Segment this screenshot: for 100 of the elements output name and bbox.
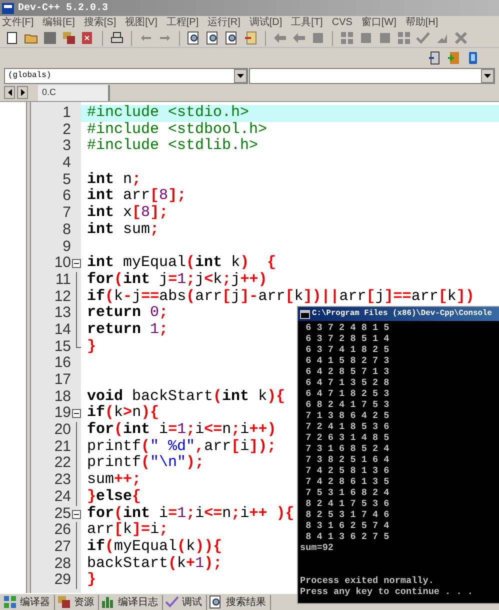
console-output-line: 6 4 7 1 8 2 5 3 <box>304 388 390 399</box>
line-number: 1 <box>62 105 71 122</box>
magnifier-page-icon <box>225 31 239 45</box>
code-line: if(k-j==abs(arr[j]-arr[k])||arr[j]==arr[k]) <box>86 288 474 306</box>
menu-item[interactable]: 工具[T] <box>291 16 323 28</box>
line-number: 19 <box>54 405 71 422</box>
line-number: 17 <box>54 372 71 389</box>
panel-tab[interactable]: 搜索结果 <box>209 594 271 610</box>
line-number: 20 <box>54 422 71 439</box>
page-icon <box>5 31 19 45</box>
console-message: Process exited normally. <box>300 575 434 586</box>
bar-chart-icon <box>101 595 115 609</box>
code-line: sum++; <box>86 472 142 489</box>
caret-icon <box>484 74 491 78</box>
code-line: int arr[8]; <box>86 188 186 205</box>
menu-item[interactable]: 文件[F] <box>2 16 34 28</box>
line-number: 7 <box>62 205 71 222</box>
code-line: } <box>86 338 96 356</box>
square-icon <box>359 31 373 45</box>
code-line: printf("\n"); <box>86 455 204 472</box>
toolbar-button[interactable] <box>109 30 125 46</box>
document-cross-icon <box>81 31 95 45</box>
line-number: 29 <box>54 572 71 589</box>
arrow-page-icon <box>244 31 258 45</box>
line-number: 2 <box>62 122 71 138</box>
menu-item[interactable]: 工程[P] <box>166 16 199 28</box>
menu-item[interactable]: 运行[R] <box>208 16 240 28</box>
code-line: return 1; <box>86 322 168 339</box>
code-line: printf(" %d",arr[i]); <box>86 438 276 455</box>
console-output-line: 6 3 7 2 4 8 1 5 <box>304 322 390 333</box>
fold-collapse-icon[interactable] <box>72 409 80 418</box>
fold-collapse-icon[interactable] <box>72 510 80 518</box>
code-line: } <box>86 572 96 589</box>
file-tab[interactable]: 0.C <box>38 85 110 101</box>
line-number: 23 <box>54 472 71 489</box>
panel-tab[interactable]: 调试 <box>165 594 207 610</box>
console-output-line: 7 4 2 8 6 1 3 5 <box>304 476 390 487</box>
fold-collapse-icon[interactable] <box>72 259 80 268</box>
menu-item[interactable]: 窗口[W] <box>361 16 396 28</box>
right-triangle-icon <box>20 89 24 96</box>
square-icon <box>311 31 325 45</box>
line-number: 12 <box>54 288 71 306</box>
line-number: 13 <box>54 305 71 322</box>
scope-combo[interactable]: (globals) <box>4 68 248 84</box>
toolbar-button[interactable] <box>4 30 20 46</box>
code-line: if(myEqual(k)){ <box>86 538 222 556</box>
code-line: #include <stdlib.h> <box>86 138 258 156</box>
console-output-line: 7 1 3 8 6 4 2 5 <box>304 410 390 421</box>
console-output-line: 6 3 7 2 8 5 1 4 <box>304 333 390 344</box>
line-number: 14 <box>54 322 71 339</box>
menu-item[interactable]: 编辑[E] <box>42 16 75 28</box>
line-number: 11 <box>55 272 71 289</box>
block-arrow-icon <box>273 31 287 45</box>
console-output-line: 8 4 1 3 6 2 7 5 <box>304 531 390 542</box>
plus-door-icon <box>447 50 461 64</box>
menu-item[interactable]: 视图[V] <box>125 16 158 28</box>
line-number: 28 <box>54 556 71 572</box>
magnifier-page-icon <box>187 31 201 45</box>
window-title: Dev-C++ 5.2.0.3 <box>18 2 108 16</box>
app-icon <box>2 2 14 14</box>
dropdown-button[interactable] <box>234 69 247 83</box>
line-number: 22 <box>54 455 71 472</box>
console-output-line: 7 2 6 3 1 4 8 5 <box>304 432 390 443</box>
console-output-line: 7 4 2 5 8 1 3 6 <box>304 465 390 476</box>
door-icon <box>428 50 442 64</box>
symbol-combo[interactable] <box>249 68 495 84</box>
magnifier-page-icon <box>206 31 220 45</box>
line-number: 9 <box>62 238 71 256</box>
line-number: 27 <box>54 538 71 556</box>
panel-tab[interactable]: 编译日志 <box>101 594 163 610</box>
line-number: 26 <box>54 522 71 539</box>
console-output-line: 6 8 2 4 1 7 5 3 <box>304 399 390 410</box>
line-number: 8 <box>62 222 71 239</box>
check-icon <box>416 31 430 45</box>
line-number: 25 <box>54 506 71 522</box>
console-output-line: 6 4 7 1 3 5 2 8 <box>304 377 390 388</box>
stacked-windows-icon <box>57 595 71 609</box>
panel-tab[interactable]: 编译器 <box>3 594 55 610</box>
menu-item[interactable]: CVS <box>332 16 352 28</box>
fold-end-line <box>76 338 80 348</box>
line-number: 15 <box>54 338 71 356</box>
console-output-line: 7 3 1 6 8 5 2 4 <box>304 443 390 454</box>
panel-tab[interactable]: 资源 <box>57 594 99 610</box>
line-number: 6 <box>62 188 71 206</box>
scroll-right-button[interactable] <box>17 86 28 99</box>
line-number: 5 <box>62 172 71 188</box>
menu-item[interactable]: 调试[D] <box>249 16 282 28</box>
console-message: Press any key to continue . . . <box>300 586 473 597</box>
console-output-line: 7 3 8 2 5 1 6 4 <box>304 454 390 465</box>
square-icon <box>378 31 392 45</box>
console-output-line: 6 4 2 8 5 7 1 3 <box>304 366 390 377</box>
menu-item[interactable]: 帮助[H] <box>405 16 438 28</box>
code-line: for(int i=1;i<=n;i++ ){ <box>86 506 294 522</box>
code-line: for(int i=1;i<=n;i++) <box>86 422 276 439</box>
dropdown-button[interactable] <box>481 69 494 83</box>
console-output-line: 6 3 7 4 1 8 2 5 <box>304 344 390 355</box>
menu-item[interactable]: 搜索[S] <box>84 16 116 28</box>
grid-icon <box>340 31 354 45</box>
scroll-left-button[interactable] <box>4 86 15 99</box>
line-number: 24 <box>54 488 71 506</box>
